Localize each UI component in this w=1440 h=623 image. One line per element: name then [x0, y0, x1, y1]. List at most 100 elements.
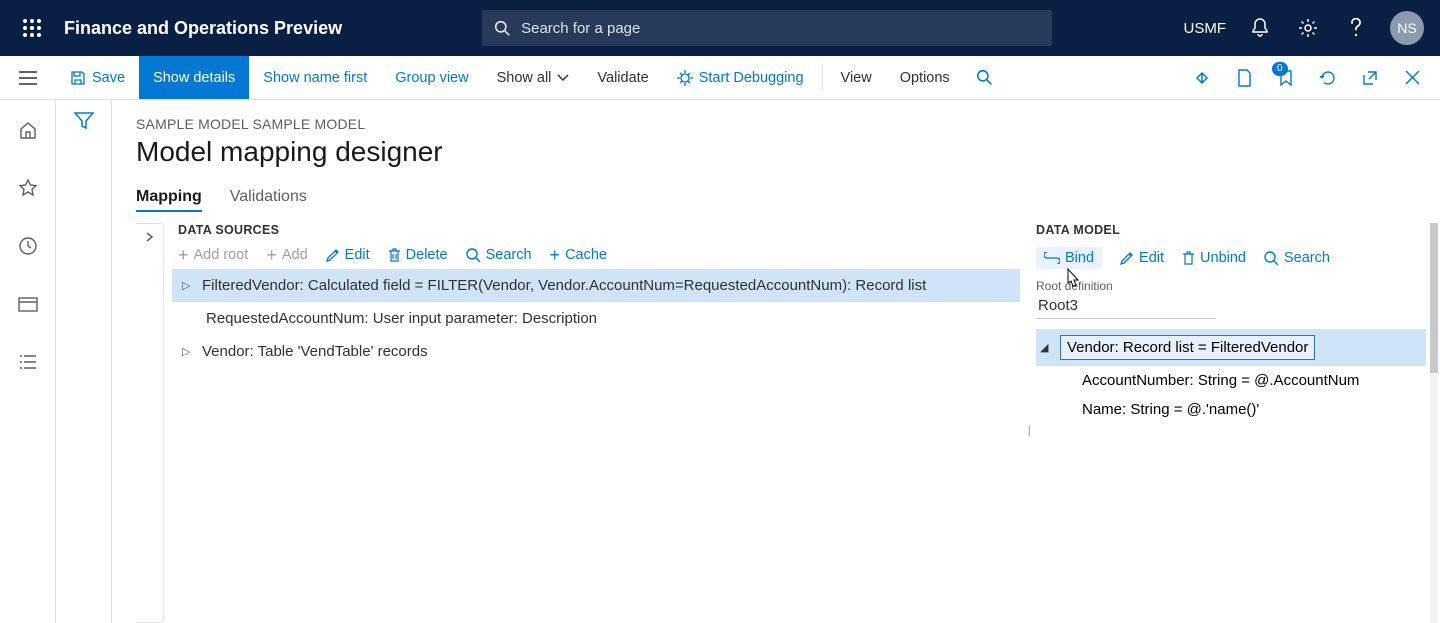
chevron-down-icon: [557, 74, 569, 82]
cache-button[interactable]: +Cache: [550, 247, 607, 263]
settings-button[interactable]: [1286, 0, 1330, 56]
star-icon: [18, 178, 38, 198]
hamburger-icon: [19, 71, 37, 85]
dm-edit-button[interactable]: Edit: [1120, 247, 1164, 269]
unbind-button[interactable]: Unbind: [1182, 247, 1246, 269]
nav-toggle-button[interactable]: [0, 56, 56, 99]
delete-button[interactable]: Delete: [388, 247, 448, 263]
page-title: Model mapping designer: [136, 136, 1440, 168]
gear-icon: [1298, 18, 1318, 38]
refresh-button[interactable]: [1308, 56, 1348, 100]
bell-icon: [1251, 18, 1269, 38]
search-button[interactable]: Search: [466, 247, 532, 263]
save-icon: [70, 70, 86, 86]
pencil-icon: [326, 248, 340, 262]
search-icon: [976, 69, 993, 86]
nav-home[interactable]: [8, 110, 48, 150]
tab-validations[interactable]: Validations: [230, 188, 307, 212]
root-definition-value[interactable]: Root3: [1036, 293, 1216, 319]
nav-workspaces[interactable]: [8, 284, 48, 324]
popout-button[interactable]: [1350, 56, 1390, 100]
main-content: SAMPLE MODEL SAMPLE MODEL Model mapping …: [112, 100, 1440, 623]
expand-caret[interactable]: ▷: [182, 279, 194, 292]
nav-modules[interactable]: [8, 342, 48, 382]
root-definition-label: Root definition: [1036, 279, 1426, 293]
save-label: Save: [92, 70, 125, 86]
notifications-button[interactable]: [1238, 0, 1282, 56]
bind-button[interactable]: Bind: [1036, 247, 1102, 269]
messages-badge: 0: [1272, 62, 1288, 76]
breadcrumb: SAMPLE MODEL SAMPLE MODEL: [136, 116, 1440, 132]
workspace-icon: [18, 295, 38, 313]
diamond-icon: [1193, 71, 1211, 85]
trash-icon: [388, 248, 401, 263]
funnel-icon: [74, 112, 94, 130]
dm-tree-row-label: Vendor: Record list = FilteredVendor: [1060, 335, 1315, 360]
app-title: Finance and Operations Preview: [64, 18, 342, 39]
tree-row[interactable]: RequestedAccountNum: User input paramete…: [172, 302, 1020, 335]
scrollbar-thumb[interactable]: [1430, 223, 1438, 373]
dm-tree-row[interactable]: AccountNumber: String = @.AccountNum: [1036, 366, 1426, 395]
validate-button[interactable]: Validate: [583, 56, 662, 99]
expand-caret[interactable]: ▷: [182, 345, 194, 358]
nav-recent[interactable]: [8, 226, 48, 266]
dm-search-button[interactable]: Search: [1264, 247, 1330, 269]
collapse-caret[interactable]: ◢: [1040, 341, 1052, 354]
show-name-first-button[interactable]: Show name first: [249, 56, 381, 99]
link-icon: [1044, 252, 1060, 264]
chevron-right-icon: [146, 232, 154, 242]
home-icon: [18, 120, 38, 140]
show-details-button[interactable]: Show details: [139, 56, 249, 99]
data-model-tree: ◢ Vendor: Record list = FilteredVendor A…: [1036, 329, 1426, 424]
start-debugging-label: Start Debugging: [699, 70, 804, 86]
tree-row-label: Vendor: Table 'VendTable' records: [202, 343, 428, 360]
refresh-icon: [1319, 69, 1337, 87]
data-sources-tree: ▷ FilteredVendor: Calculated field = FIL…: [172, 269, 1020, 368]
filter-toggle-button[interactable]: [74, 112, 94, 623]
show-all-dropdown[interactable]: Show all: [483, 56, 584, 99]
waffle-icon: [23, 19, 41, 37]
global-search[interactable]: [482, 10, 1052, 46]
action-bar: Save Show details Show name first Group …: [0, 56, 1440, 100]
view-button[interactable]: View: [827, 56, 886, 99]
data-model-toolbar: Bind Edit Unbind Search: [1036, 247, 1426, 269]
help-button[interactable]: [1334, 0, 1378, 56]
data-model-title: DATA MODEL: [1036, 223, 1426, 237]
dm-tree-row-label: Name: String = @.'name()': [1082, 401, 1259, 418]
tree-row[interactable]: ▷ FilteredVendor: Calculated field = FIL…: [172, 269, 1020, 302]
options-button[interactable]: Options: [886, 56, 964, 99]
trash-icon: [1182, 251, 1195, 266]
tree-row[interactable]: ▷ Vendor: Table 'VendTable' records: [172, 335, 1020, 368]
attachments-button[interactable]: [1224, 56, 1264, 100]
tabs: Mapping Validations: [136, 188, 1440, 213]
start-debugging-button[interactable]: Start Debugging: [663, 56, 818, 99]
messages-button[interactable]: 0: [1266, 56, 1306, 100]
edit-button[interactable]: Edit: [326, 247, 370, 263]
user-avatar[interactable]: NS: [1390, 11, 1424, 45]
related-button[interactable]: [1182, 56, 1222, 100]
clock-icon: [18, 236, 38, 256]
global-search-input[interactable]: [521, 20, 1040, 37]
close-button[interactable]: [1392, 56, 1432, 100]
app-launcher-button[interactable]: [8, 0, 56, 56]
show-all-label: Show all: [497, 70, 552, 86]
dm-tree-row-label: AccountNumber: String = @.AccountNum: [1082, 372, 1359, 389]
data-sources-toolbar: +Add root +Add Edit Delete Search +Cache: [178, 247, 1020, 263]
add-button[interactable]: +Add: [266, 247, 307, 263]
scrollbar[interactable]: [1430, 223, 1438, 623]
add-root-button[interactable]: +Add root: [178, 247, 248, 263]
tree-row-label: FilteredVendor: Calculated field = FILTE…: [202, 277, 926, 294]
group-view-button[interactable]: Group view: [381, 56, 482, 99]
tab-mapping[interactable]: Mapping: [136, 188, 202, 212]
company-label[interactable]: USMF: [1176, 20, 1235, 37]
find-button[interactable]: [964, 56, 1005, 99]
dm-tree-row[interactable]: Name: String = @.'name()': [1036, 395, 1426, 424]
nav-favorites[interactable]: [8, 168, 48, 208]
save-button[interactable]: Save: [56, 56, 139, 99]
dm-tree-row[interactable]: ◢ Vendor: Record list = FilteredVendor: [1036, 329, 1426, 366]
data-model-panel: DATA MODEL Bind Edit Unbind Search Root …: [1030, 223, 1440, 623]
filter-pane-rail: [56, 100, 112, 623]
question-icon: [1350, 18, 1362, 38]
page-icon: [1236, 69, 1252, 87]
data-source-types-collapse[interactable]: [136, 223, 164, 623]
